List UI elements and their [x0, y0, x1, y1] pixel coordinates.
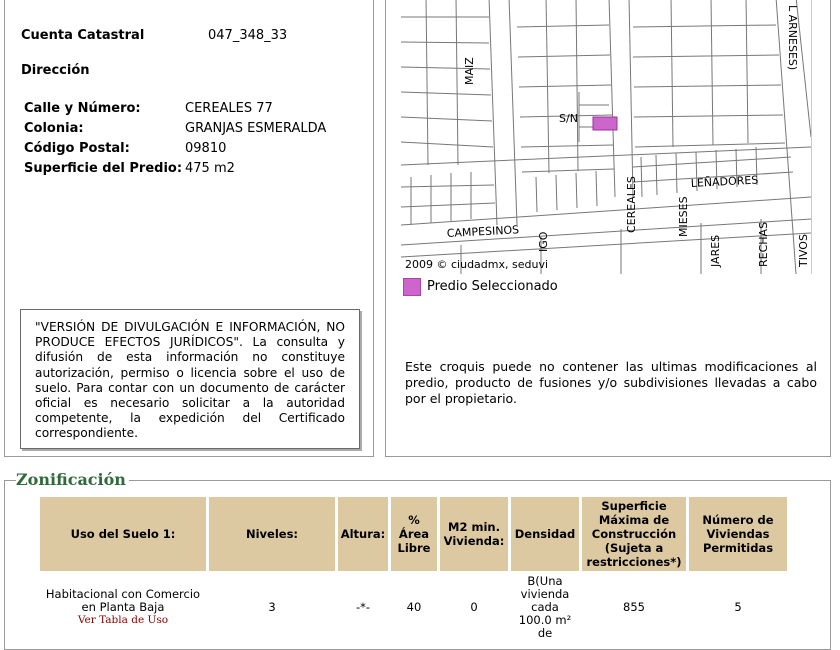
- predio-info-panel: Cuenta Catastral 047_348_33 Dirección Ca…: [4, 0, 374, 457]
- colonia-value: GRANJAS ESMERALDA: [185, 121, 327, 136]
- calle-value: CEREALES 77: [185, 101, 273, 116]
- street-label-jares: JARES: [709, 235, 722, 268]
- predio-seleccionado-swatch: [403, 278, 421, 296]
- predio-seleccionado-label: Predio Seleccionado: [427, 279, 558, 294]
- header-uso-suelo: Uso del Suelo 1:: [40, 497, 206, 571]
- street-label-lenadores: LEÑADORES: [690, 173, 758, 190]
- colonia-label: Colonia:: [24, 121, 84, 136]
- header-m2-min: M2 min. Vivienda:: [440, 497, 508, 571]
- street-label-mieses: MIESES: [677, 196, 690, 237]
- codigo-postal-label: Código Postal:: [24, 141, 130, 156]
- codigo-postal-value: 09810: [185, 141, 227, 156]
- disclaimer-box: "VERSIÓN DE DIVULGACIÓN E INFORMACIÓN, N…: [20, 309, 360, 449]
- map-copyright: 2009 © ciudadmx, seduvi: [405, 258, 549, 271]
- calle-label: Calle y Número:: [24, 101, 141, 116]
- parcel-label-sn: S/N: [559, 112, 578, 125]
- superficie-label: Superficie del Predio:: [24, 161, 183, 176]
- cuenta-catastral-value: 047_348_33: [208, 28, 288, 43]
- street-label-igo: IGO: [537, 231, 550, 252]
- street-label-cereales: CEREALES: [625, 176, 638, 233]
- street-label-arneses: L ARNESES): [786, 5, 799, 70]
- cuenta-catastral-label: Cuenta Catastral: [21, 28, 145, 43]
- croquis-note: Este croquis puede no contener las ultim…: [405, 359, 817, 406]
- zonificacion-title: Zonificación: [16, 470, 129, 489]
- header-altura: Altura:: [338, 497, 388, 571]
- direccion-heading: Dirección: [21, 63, 90, 78]
- header-niveles: Niveles:: [209, 497, 335, 571]
- header-superficie-max: Superficie Máxima de Construcción (Sujet…: [582, 497, 686, 571]
- street-label-maiz: MAIZ: [463, 57, 476, 85]
- uso-suelo-value: Habitacional con Comercio en Planta Baja: [45, 587, 201, 614]
- ver-tabla-uso-link[interactable]: Ver Tabla de Uso: [42, 614, 204, 627]
- street-label-rechas: RECHAS: [757, 222, 770, 267]
- header-densidad: Densidad: [511, 497, 579, 571]
- map-drawing: MAIZ S/N CEREALES MIESES LEÑADORES CAMPE…: [401, 0, 811, 274]
- superficie-value: 475 m2: [185, 161, 235, 176]
- selected-parcel: [592, 116, 618, 131]
- map-panel: MAIZ S/N CEREALES MIESES LEÑADORES CAMPE…: [385, 0, 831, 457]
- zonificacion-table: Uso del Suelo 1: Niveles: Altura: % Área…: [37, 497, 790, 640]
- zonificacion-header-row: Uso del Suelo 1: Niveles: Altura: % Área…: [40, 497, 787, 571]
- street-label-campesinos: CAMPESINOS: [446, 223, 519, 240]
- disclaimer-text: "VERSIÓN DE DIVULGACIÓN E INFORMACIÓN, N…: [35, 320, 345, 441]
- croquis-map[interactable]: MAIZ S/N CEREALES MIESES LEÑADORES CAMPE…: [401, 0, 812, 274]
- header-num-viviendas: Número de Viviendas Permitidas: [689, 497, 787, 571]
- header-area-libre: % Área Libre: [391, 497, 437, 571]
- street-label-tivos: TIVOS: [797, 234, 810, 268]
